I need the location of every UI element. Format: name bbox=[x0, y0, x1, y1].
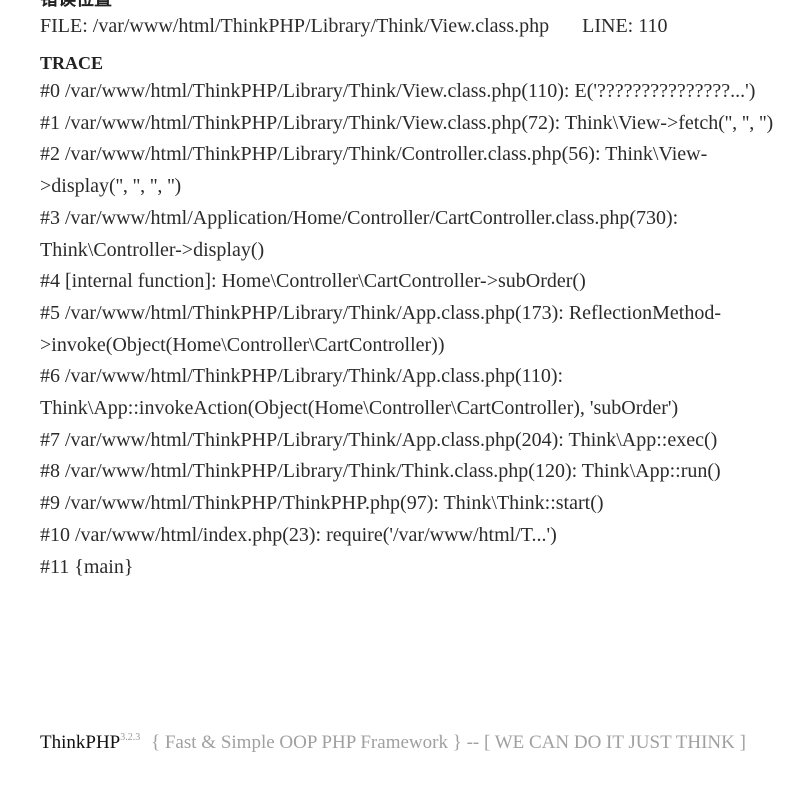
error-page: 错误位置 FILE: /var/www/html/ThinkPHP/Librar… bbox=[40, 0, 780, 583]
trace-line: #11 {main} bbox=[40, 555, 134, 578]
trace-list: #0 /var/www/html/ThinkPHP/Library/Think/… bbox=[40, 76, 780, 583]
trace-line: #4 [internal function]: Home\Controller\… bbox=[40, 270, 586, 293]
trace-line: #6 /var/www/html/ThinkPHP/Library/Think/… bbox=[40, 365, 679, 420]
trace-line: #8 /var/www/html/ThinkPHP/Library/Think/… bbox=[40, 460, 721, 483]
trace-line: #1 /var/www/html/ThinkPHP/Library/Think/… bbox=[40, 111, 774, 134]
error-file-line: FILE: /var/www/html/ThinkPHP/Library/Thi… bbox=[40, 10, 780, 42]
line-label: LINE: bbox=[582, 15, 634, 37]
footer: ThinkPHP3.2.3 { Fast & Simple OOP PHP Fr… bbox=[40, 726, 746, 755]
footer-brand-link[interactable]: ThinkPHP bbox=[40, 732, 120, 753]
trace-title: TRACE bbox=[40, 53, 104, 73]
footer-version: 3.2.3 bbox=[120, 732, 141, 743]
trace-line: #0 /var/www/html/ThinkPHP/Library/Think/… bbox=[40, 80, 756, 102]
error-location-heading: 错误位置 bbox=[40, 0, 780, 10]
footer-slogan: { Fast & Simple OOP PHP Framework } -- [… bbox=[151, 732, 746, 753]
trace-line: #2 /var/www/html/ThinkPHP/Library/Think/… bbox=[40, 143, 708, 198]
trace-line: #9 /var/www/html/ThinkPHP/ThinkPHP.php(9… bbox=[40, 492, 604, 515]
trace-line: #10 /var/www/html/index.php(23): require… bbox=[40, 523, 557, 546]
file-path: /var/www/html/ThinkPHP/Library/Think/Vie… bbox=[92, 15, 550, 37]
line-number: 110 bbox=[638, 15, 668, 37]
trace-line: #3 /var/www/html/Application/Home/Contro… bbox=[40, 206, 679, 261]
trace-line: #7 /var/www/html/ThinkPHP/Library/Think/… bbox=[40, 428, 718, 451]
file-label: FILE: bbox=[40, 15, 88, 37]
trace-line: #5 /var/www/html/ThinkPHP/Library/Think/… bbox=[40, 301, 722, 356]
